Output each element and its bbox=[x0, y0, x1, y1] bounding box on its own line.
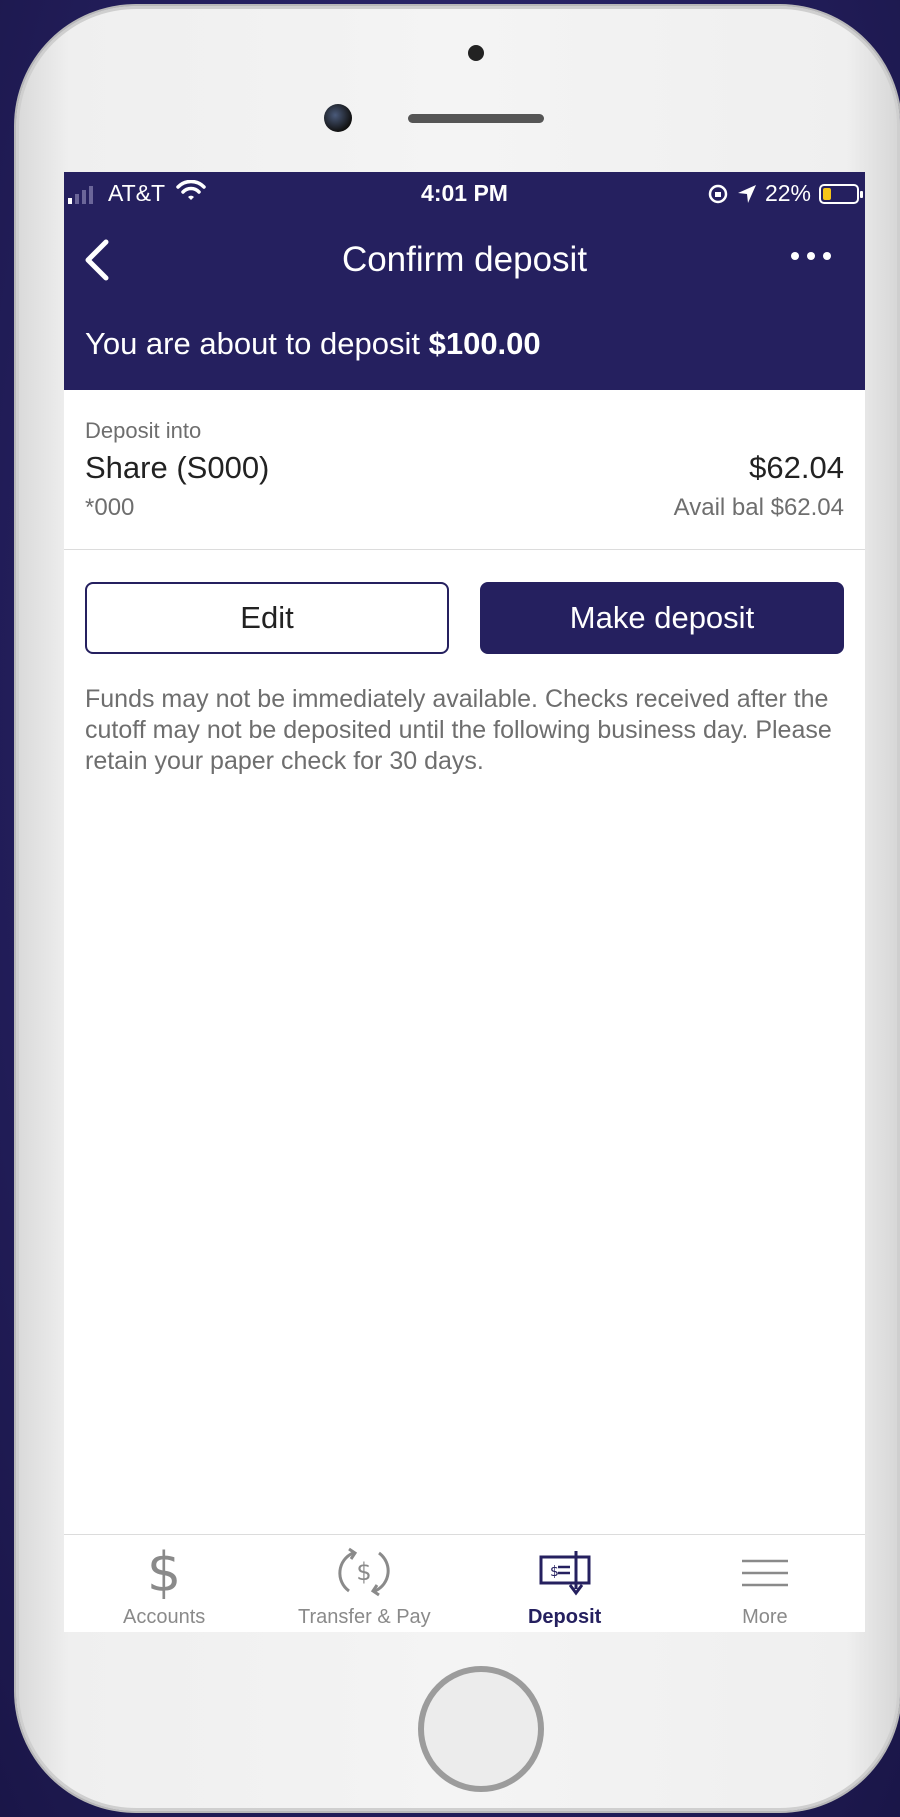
tab-label: Accounts bbox=[122, 1606, 206, 1628]
more-options-icon[interactable] bbox=[791, 252, 831, 260]
earpiece-speaker bbox=[408, 114, 544, 123]
account-card: Deposit into Share (S000) *000 $62.04 Av… bbox=[64, 390, 865, 550]
transfer-icon: $ bbox=[338, 1547, 390, 1597]
tab-bar: $ Accounts $ Transfer & Pay $ Deposit Mo… bbox=[64, 1534, 865, 1632]
rotation-lock-icon bbox=[708, 184, 728, 203]
home-button[interactable] bbox=[418, 1666, 544, 1792]
action-buttons: Edit Make deposit bbox=[64, 550, 865, 672]
tab-transfer-pay[interactable]: $ Transfer & Pay bbox=[264, 1535, 464, 1632]
battery-icon bbox=[819, 183, 863, 204]
front-camera bbox=[324, 104, 352, 132]
svg-text:$: $ bbox=[550, 1564, 559, 1580]
account-number: *000 bbox=[85, 494, 135, 521]
page-title: Confirm deposit bbox=[341, 240, 588, 279]
tab-accounts[interactable]: $ Accounts bbox=[64, 1535, 264, 1632]
tab-more[interactable]: More bbox=[665, 1535, 865, 1632]
deposit-summary: You are about to deposit $100.00 bbox=[85, 326, 541, 362]
header: AT&T 4:01 PM 22% Confirm deposit You are… bbox=[64, 172, 865, 390]
app-screen: AT&T 4:01 PM 22% Confirm deposit You are… bbox=[64, 172, 865, 1632]
location-icon bbox=[737, 184, 756, 203]
edit-button[interactable]: Edit bbox=[85, 582, 449, 654]
disclaimer-text: Funds may not be immediately available. … bbox=[85, 685, 832, 775]
check-deposit-icon: $ bbox=[539, 1551, 591, 1596]
account-label: Deposit into bbox=[85, 418, 202, 443]
tab-label: Transfer & Pay bbox=[298, 1606, 431, 1628]
account-balance: $62.04 bbox=[749, 450, 844, 485]
dollar-icon: $ bbox=[147, 1545, 181, 1601]
menu-icon bbox=[741, 1559, 788, 1587]
tab-label: Deposit bbox=[527, 1606, 602, 1628]
make-deposit-button[interactable]: Make deposit bbox=[480, 582, 844, 654]
account-name: Share (S000) bbox=[85, 450, 270, 485]
nav-bar: Confirm deposit bbox=[64, 224, 865, 294]
svg-text:$: $ bbox=[357, 1558, 372, 1586]
status-bar: AT&T 4:01 PM 22% bbox=[64, 172, 865, 212]
svg-text:$: $ bbox=[147, 1545, 181, 1601]
summary-prefix: You are about to deposit bbox=[85, 326, 420, 361]
battery-percent: 22% bbox=[764, 180, 811, 206]
available-balance: Avail bal $62.04 bbox=[673, 494, 844, 521]
tab-deposit[interactable]: $ Deposit bbox=[465, 1535, 665, 1632]
tab-label: More bbox=[742, 1606, 788, 1628]
proximity-sensor bbox=[468, 45, 484, 61]
deposit-amount: $100.00 bbox=[428, 326, 541, 361]
